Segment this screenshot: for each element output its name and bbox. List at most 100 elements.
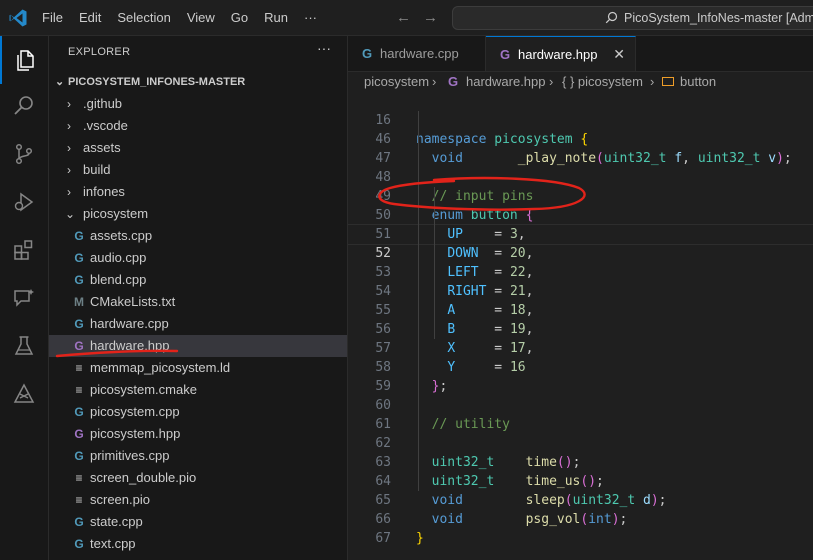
explorer-more-button[interactable]: ··· xyxy=(317,40,331,56)
cpp-file-icon: G xyxy=(74,515,84,529)
cmake-file-icon: M xyxy=(74,295,84,309)
command-center-search[interactable]: PicoSystem_InfoNes-master [Admini xyxy=(452,6,813,30)
tree-file-assets-cpp[interactable]: Gassets.cpp xyxy=(49,225,347,247)
chat-icon xyxy=(14,289,34,307)
tree-file-blend-cpp[interactable]: Gblend.cpp xyxy=(49,269,347,291)
run-debug-button[interactable] xyxy=(0,178,48,226)
explorer-sidebar: EXPLORER ··· ⌄ PICOSYSTEM_INFONES-MASTER… xyxy=(49,36,348,560)
menu-edit[interactable]: Edit xyxy=(71,10,109,25)
explorer-button[interactable] xyxy=(0,36,48,84)
menu-go[interactable]: Go xyxy=(223,10,256,25)
chevron-right-icon: › xyxy=(67,97,71,111)
tree-item-label: assets xyxy=(83,140,121,155)
tab-label: hardware.hpp xyxy=(518,47,598,62)
tree-item-label: CMakeLists.txt xyxy=(90,294,176,309)
tree-item-label: build xyxy=(83,162,111,177)
tree-file-primitives-cpp[interactable]: Gprimitives.cpp xyxy=(49,445,347,467)
cpp-file-icon: G xyxy=(74,449,84,463)
indent-guide xyxy=(418,111,419,491)
breadcrumb-symbol[interactable]: button xyxy=(680,72,716,92)
cpp-file-icon: G xyxy=(362,46,373,61)
code-editor[interactable]: 16 namespace picosystem { 46 void _play_… xyxy=(348,92,813,560)
cpp-file-icon: G xyxy=(74,251,84,265)
lines-file-icon: ≡ xyxy=(75,493,83,507)
breadcrumb-namespace[interactable]: { } picosystem xyxy=(562,72,643,92)
tree-item-label: hardware.cpp xyxy=(90,316,169,331)
code-line-67: 67 xyxy=(375,531,391,546)
tree-file-picosystem-cpp[interactable]: Gpicosystem.cpp xyxy=(49,401,347,423)
menu-more[interactable]: ··· xyxy=(296,10,325,25)
menu-view[interactable]: View xyxy=(179,10,223,25)
search-button[interactable] xyxy=(0,82,48,130)
source-control-icon xyxy=(15,143,33,165)
vscode-logo-icon xyxy=(9,9,27,27)
tab-hardware-cpp[interactable]: G hardware.cpp xyxy=(348,36,486,71)
chevron-down-icon: ⌄ xyxy=(65,207,76,221)
tree-item-label: assets.cpp xyxy=(90,228,153,243)
cpp-file-icon: G xyxy=(74,229,84,243)
remote-button[interactable] xyxy=(0,370,48,418)
code-line-16: 16 namespace picosystem { xyxy=(375,113,589,147)
chevron-right-icon: › xyxy=(67,185,71,199)
testing-button[interactable] xyxy=(0,322,48,370)
remote-icon xyxy=(13,383,35,403)
annotation-underline xyxy=(55,349,179,358)
tab-label: hardware.cpp xyxy=(380,46,459,61)
cpp-file-icon: G xyxy=(74,537,84,551)
activity-bar xyxy=(0,36,49,560)
tree-file-hardware-cpp[interactable]: Ghardware.cpp xyxy=(49,313,347,335)
breadcrumb-folder[interactable]: picosystem xyxy=(364,72,429,92)
chevron-right-icon: › xyxy=(549,74,554,89)
testing-icon xyxy=(14,336,34,355)
tree-item-label: text.cpp xyxy=(90,536,136,551)
source-control-button[interactable] xyxy=(0,130,48,178)
run-debug-icon xyxy=(14,192,34,212)
nav-arrows: ←→ xyxy=(396,9,450,26)
menu-selection[interactable]: Selection xyxy=(109,10,178,25)
tree-item-label: audio.cpp xyxy=(90,250,147,265)
forward-arrow-icon[interactable]: → xyxy=(423,9,450,26)
tree-folder-build[interactable]: › build xyxy=(49,159,347,181)
explorer-icon xyxy=(17,50,34,71)
tree-folder-github[interactable]: › .github xyxy=(49,93,347,115)
tree-file-screen-double-pio[interactable]: ≡ screen_double.pio xyxy=(49,467,347,489)
tree-item-label: state.cpp xyxy=(90,514,143,529)
code-line-66: 66 } xyxy=(375,512,424,546)
breadcrumb-file[interactable]: hardware.hpp xyxy=(466,72,546,92)
workspace-root[interactable]: ⌄ PICOSYSTEM_INFONES-MASTER xyxy=(49,71,347,93)
lines-file-icon: ≡ xyxy=(75,471,83,485)
tree-file-picosystem-hpp[interactable]: Gpicosystem.hpp xyxy=(49,423,347,445)
tree-file-text-cpp[interactable]: Gtext.cpp xyxy=(49,533,347,555)
tree-file-screen-pio[interactable]: ≡ screen.pio xyxy=(49,489,347,511)
tree-item-label: blend.cpp xyxy=(90,272,147,287)
tree-item-label: screen.pio xyxy=(90,492,150,507)
cpp-file-icon: G xyxy=(74,273,84,287)
extensions-button[interactable] xyxy=(0,226,48,274)
chat-button[interactable] xyxy=(0,274,48,322)
menu-run[interactable]: Run xyxy=(256,10,296,25)
tree-file-state-cpp[interactable]: Gstate.cpp xyxy=(49,511,347,533)
tree-file-cmakelists[interactable]: M CMakeLists.txt xyxy=(49,291,347,313)
tree-file-picosystem-cmake[interactable]: ≡ picosystem.cmake xyxy=(49,379,347,401)
tree-item-label: picosystem xyxy=(83,206,149,221)
enum-icon xyxy=(662,77,674,86)
menu-bar: File Edit Selection View Go Run ··· xyxy=(34,0,325,35)
tree-folder-vscode[interactable]: › .vscode xyxy=(49,115,347,137)
tree-folder-picosystem[interactable]: ⌄ picosystem xyxy=(49,203,347,225)
tree-folder-infones[interactable]: › infones xyxy=(49,181,347,203)
close-icon[interactable]: ✕ xyxy=(613,37,625,72)
tree-item-label: infones xyxy=(83,184,125,199)
workspace-root-label: PICOSYSTEM_INFONES-MASTER xyxy=(68,76,246,88)
tree-folder-assets[interactable]: › assets xyxy=(49,137,347,159)
tab-hardware-hpp[interactable]: G hardware.hpp ✕ xyxy=(486,36,636,71)
tree-item-label: .github xyxy=(83,96,123,111)
menu-file[interactable]: File xyxy=(34,10,71,25)
chevron-down-icon: ⌄ xyxy=(55,76,65,88)
tree-item-label: .vscode xyxy=(83,118,128,133)
chevron-right-icon: › xyxy=(67,119,71,133)
chevron-right-icon: › xyxy=(432,74,437,89)
tree-item-label: picosystem.cmake xyxy=(90,382,197,397)
back-arrow-icon[interactable]: ← xyxy=(396,9,423,26)
tree-file-audio-cpp[interactable]: Gaudio.cpp xyxy=(49,247,347,269)
cpp-file-icon: G xyxy=(74,317,84,331)
